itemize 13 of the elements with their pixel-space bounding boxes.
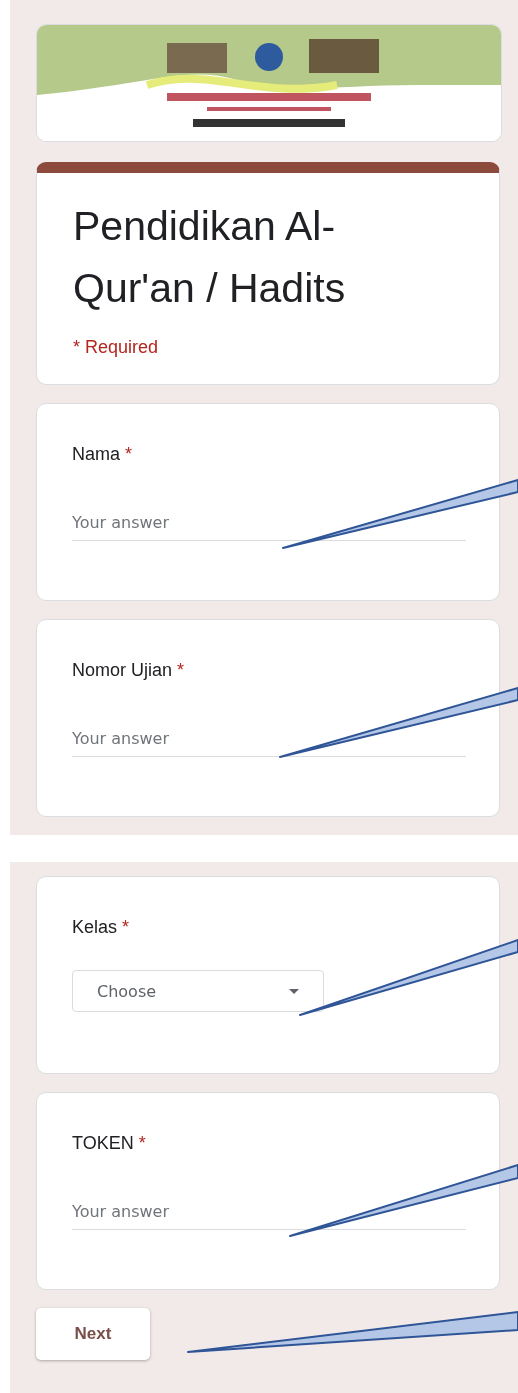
question-label: Kelas bbox=[72, 917, 118, 938]
question-label: TOKEN bbox=[72, 1133, 134, 1154]
required-asterisk: * bbox=[125, 444, 133, 465]
required-note: * Required bbox=[73, 337, 160, 358]
required-asterisk: * bbox=[122, 917, 130, 938]
question-label: Nomor Ujian bbox=[72, 660, 173, 681]
form-title: Pendidikan Al-Qur'an / Hadits bbox=[73, 202, 347, 313]
next-button[interactable]: Next bbox=[36, 1308, 150, 1360]
required-asterisk: * bbox=[138, 1133, 146, 1154]
required-asterisk: * bbox=[177, 660, 185, 681]
choose-dropdown[interactable]: Choose bbox=[72, 970, 324, 1012]
question-label: Nama bbox=[72, 444, 120, 465]
caret-icon bbox=[289, 988, 299, 994]
